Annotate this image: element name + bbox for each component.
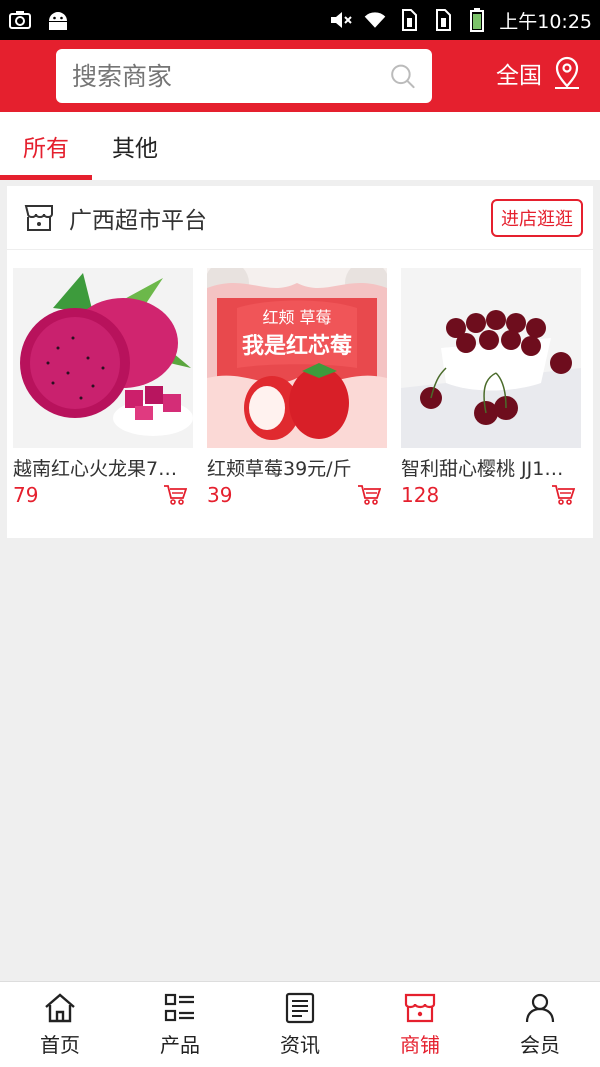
header: 全国 xyxy=(0,40,600,112)
banner-subtitle: 红颊 草莓 xyxy=(262,308,331,327)
region-label: 全国 xyxy=(496,63,542,89)
banner-title: 我是红芯莓 xyxy=(242,333,352,359)
wifi-icon xyxy=(363,8,387,32)
tab-label: 其他 xyxy=(112,136,158,162)
region-selector[interactable]: 全国 xyxy=(496,56,582,90)
product-card[interactable]: 红颊 草莓 我是红芯莓 红颊草莓39元/斤 39 xyxy=(207,268,387,507)
battery-icon xyxy=(465,8,489,32)
sim1-icon xyxy=(397,8,421,32)
cherries-image[interactable] xyxy=(401,268,581,448)
nav-label: 资讯 xyxy=(280,1033,320,1057)
cart-icon[interactable] xyxy=(551,484,575,506)
product-list: 越南红心火龙果7… 79 红颊 草莓 我是红芯莓 红颊草莓39元/斤 39 智利… xyxy=(7,250,593,507)
mute-icon xyxy=(329,8,353,32)
product-name: 红颊草莓39元/斤 xyxy=(207,458,352,480)
tab-all[interactable]: 所有 xyxy=(0,112,92,180)
shop-name: 广西超市平台 xyxy=(69,207,207,234)
store-icon xyxy=(404,993,436,1023)
news-icon xyxy=(285,992,315,1024)
nav-shops[interactable]: 商铺 xyxy=(360,982,480,1067)
nav-label: 首页 xyxy=(40,1033,80,1057)
bottom-nav: 首页 产品 资讯 商铺 会员 xyxy=(0,981,600,1067)
tab-label: 所有 xyxy=(23,136,69,162)
product-card[interactable]: 智利甜心樱桃 JJ1… 128 xyxy=(401,268,581,507)
nav-label: 商铺 xyxy=(400,1033,440,1057)
nav-news[interactable]: 资讯 xyxy=(240,982,360,1067)
nav-member[interactable]: 会员 xyxy=(480,982,600,1067)
clock: 上午10:25 xyxy=(499,10,592,33)
nav-home[interactable]: 首页 xyxy=(0,982,120,1067)
search-input[interactable] xyxy=(72,61,389,91)
product-price: 128 xyxy=(401,483,440,507)
active-tab-indicator xyxy=(0,175,92,180)
product-price: 79 xyxy=(13,483,39,507)
strawberry-image[interactable]: 红颊 草莓 我是红芯莓 xyxy=(207,268,387,448)
sim2-icon xyxy=(431,8,455,32)
location-pin-icon xyxy=(555,56,579,89)
status-bar: 上午10:25 xyxy=(0,0,600,40)
nav-products[interactable]: 产品 xyxy=(120,982,240,1067)
product-price: 39 xyxy=(207,483,233,507)
android-icon xyxy=(46,8,70,32)
search-icon[interactable] xyxy=(389,59,416,93)
dragon-fruit-image[interactable] xyxy=(13,268,193,448)
list-icon xyxy=(164,993,194,1022)
home-icon xyxy=(45,993,75,1023)
cart-icon[interactable] xyxy=(163,484,187,506)
product-name: 智利甜心樱桃 JJ1… xyxy=(401,458,564,480)
screenshot-icon xyxy=(8,8,32,32)
category-tabs: 所有 其他 xyxy=(0,112,600,180)
tab-other[interactable]: 其他 xyxy=(112,112,158,180)
shop-icon xyxy=(24,204,53,231)
product-name: 越南红心火龙果7… xyxy=(13,458,178,480)
user-icon xyxy=(525,993,555,1023)
cart-icon[interactable] xyxy=(357,484,381,506)
product-card[interactable]: 越南红心火龙果7… 79 xyxy=(13,268,193,507)
nav-label: 会员 xyxy=(520,1033,560,1057)
search-box[interactable] xyxy=(56,49,432,103)
shop-card: 广西超市平台 进店逛逛 越南红心火龙果7… 79 红颊 草莓 我是红芯莓 红颊草… xyxy=(7,186,593,538)
nav-label: 产品 xyxy=(160,1033,200,1057)
enter-shop-button[interactable]: 进店逛逛 xyxy=(491,198,583,237)
shop-header[interactable]: 广西超市平台 进店逛逛 xyxy=(7,186,593,250)
